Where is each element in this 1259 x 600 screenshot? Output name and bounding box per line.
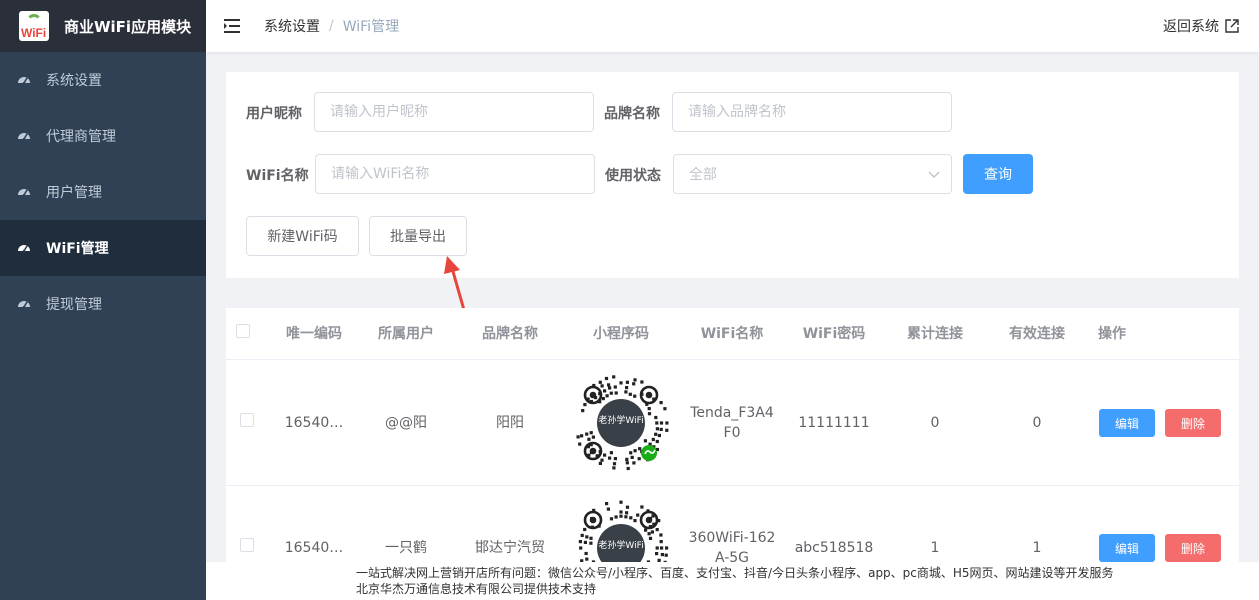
wifi-logo-icon: WiFi [19, 11, 49, 41]
sidebar-menu: 系统设置代理商管理用户管理 WiFi管理 提现管理 [0, 52, 206, 332]
footer-support-text: 北京华杰万通信息技术有限公司提供技术支持 [356, 582, 597, 596]
delete-button[interactable]: 删除 [1165, 409, 1221, 437]
sidebar-item-2[interactable]: 用户管理 [0, 164, 206, 220]
filter-card: 用户昵称 品牌名称 WiFi名称 使用状态 全部 查询 新建WiFi码 批量导出 [226, 72, 1239, 278]
top-header: 系统设置 / WiFi管理 返回系统 [206, 0, 1259, 52]
sidebar-item-label: 用户管理 [46, 185, 102, 201]
cell-wifi-name-line1: Tenda_F3A4 [690, 405, 774, 421]
cell-wifi-password: 11111111 [798, 415, 870, 431]
select-all-checkbox[interactable] [236, 324, 250, 338]
miniprogram-qrcode-icon: 老孙学WiFi [571, 373, 671, 473]
brand-label: 品牌名称 [604, 106, 660, 122]
nickname-label: 用户昵称 [246, 106, 302, 122]
sidebar-item-1[interactable]: 代理商管理 [0, 108, 206, 164]
cell-valid-connections: 0 [1032, 415, 1042, 431]
qr-center-label: 老孙学WiFi [598, 541, 644, 551]
row-checkbox[interactable] [240, 538, 254, 552]
wifi-name-input[interactable] [315, 154, 595, 194]
query-button[interactable]: 查询 [963, 154, 1033, 194]
breadcrumb-item-wifi: WiFi管理 [342, 19, 400, 35]
dashboard-icon [17, 129, 31, 143]
cell-wifi-name-line1: 360WiFi-162 [688, 530, 776, 546]
brand-input[interactable] [672, 92, 952, 132]
col-wifi-name: WiFi名称 [700, 326, 764, 342]
dashboard-icon [17, 241, 31, 255]
nickname-input[interactable] [314, 92, 594, 132]
cell-code: 16540… [284, 415, 344, 431]
qr-center-label: 老孙学WiFi [598, 416, 644, 426]
table-row: 16540… @@阳 阳阳 老孙学WiFi Tenda_F3A4 F0 11111111 0 0… [226, 361, 1239, 486]
cell-wifi-password: abc518518 [794, 540, 874, 556]
back-label: 返回系统 [1163, 19, 1219, 35]
external-link-icon [1225, 19, 1239, 33]
dashboard-icon [17, 73, 31, 87]
footer: 一站式解决网上营销开店所有问题：微信公众号/小程序、百度、支付宝、抖音/今日头条… [206, 562, 1259, 600]
row-checkbox[interactable] [240, 413, 254, 427]
col-actions: 操作 [1098, 326, 1126, 342]
cell-code: 16540… [284, 540, 344, 556]
breadcrumb-item-settings[interactable]: 系统设置 [264, 16, 320, 36]
new-wifi-code-button[interactable]: 新建WiFi码 [246, 216, 359, 256]
status-label: 使用状态 [605, 168, 661, 184]
sidebar-item-0[interactable]: 系统设置 [0, 52, 206, 108]
wifi-table: 唯一编码 所属用户 品牌名称 小程序码 WiFi名称 WiFi密码 累计连接 有… [226, 308, 1239, 600]
cell-total-connections: 0 [930, 415, 940, 431]
table-header: 唯一编码 所属用户 品牌名称 小程序码 WiFi名称 WiFi密码 累计连接 有… [226, 308, 1239, 360]
edit-button[interactable]: 编辑 [1099, 409, 1155, 437]
back-to-system-link[interactable]: 返回系统 [1163, 0, 1239, 52]
logo-text: WiFi [21, 26, 47, 40]
col-valid-connections: 有效连接 [1009, 326, 1065, 342]
menu-fold-icon[interactable] [224, 18, 242, 34]
edit-button[interactable]: 编辑 [1099, 534, 1155, 562]
cell-wifi-name: Tenda_F3A4 F0 [677, 403, 787, 443]
col-wifi-password: WiFi密码 [802, 326, 866, 342]
cell-total-connections: 1 [930, 540, 940, 556]
cell-wifi-name-line2: F0 [723, 425, 741, 441]
chevron-down-icon [927, 167, 941, 181]
cell-user: 一只鹤 [385, 540, 427, 556]
batch-export-button[interactable]: 批量导出 [369, 216, 467, 256]
col-total-connections: 累计连接 [907, 326, 963, 342]
sidebar-item-label: WiFi管理 [46, 241, 109, 257]
sidebar: WiFi 商业WiFi应用模块 系统设置代理商管理用户管理 WiFi管理 提现管理 [0, 0, 206, 600]
footer-services-text: 一站式解决网上营销开店所有问题：微信公众号/小程序、百度、支付宝、抖音/今日头条… [356, 566, 1114, 580]
status-select[interactable]: 全部 [673, 154, 952, 194]
sidebar-item-3[interactable]: WiFi管理 [0, 220, 206, 276]
cell-valid-connections: 1 [1032, 540, 1042, 556]
dashboard-icon [17, 297, 31, 311]
sidebar-item-label: 提现管理 [46, 297, 102, 313]
col-qrcode: 小程序码 [593, 326, 649, 342]
dashboard-icon [17, 185, 31, 199]
sidebar-item-label: 代理商管理 [46, 129, 116, 145]
col-user: 所属用户 [378, 326, 434, 342]
delete-button[interactable]: 删除 [1165, 534, 1221, 562]
wifi-name-label: WiFi名称 [246, 168, 309, 184]
cell-user: @@阳 [385, 415, 427, 431]
breadcrumb-separator: / [329, 18, 334, 34]
brand-bar: WiFi 商业WiFi应用模块 [0, 0, 206, 52]
cell-brand: 邯达宁汽贸 [475, 540, 545, 556]
col-brand: 品牌名称 [482, 326, 538, 342]
app-title: 商业WiFi应用模块 [64, 17, 192, 36]
col-code: 唯一编码 [286, 326, 342, 342]
cell-brand: 阳阳 [496, 415, 524, 431]
sidebar-item-4[interactable]: 提现管理 [0, 276, 206, 332]
breadcrumb: 系统设置 / WiFi管理 [264, 16, 399, 36]
sidebar-item-label: 系统设置 [46, 73, 102, 89]
status-select-value: 全部 [689, 167, 717, 183]
